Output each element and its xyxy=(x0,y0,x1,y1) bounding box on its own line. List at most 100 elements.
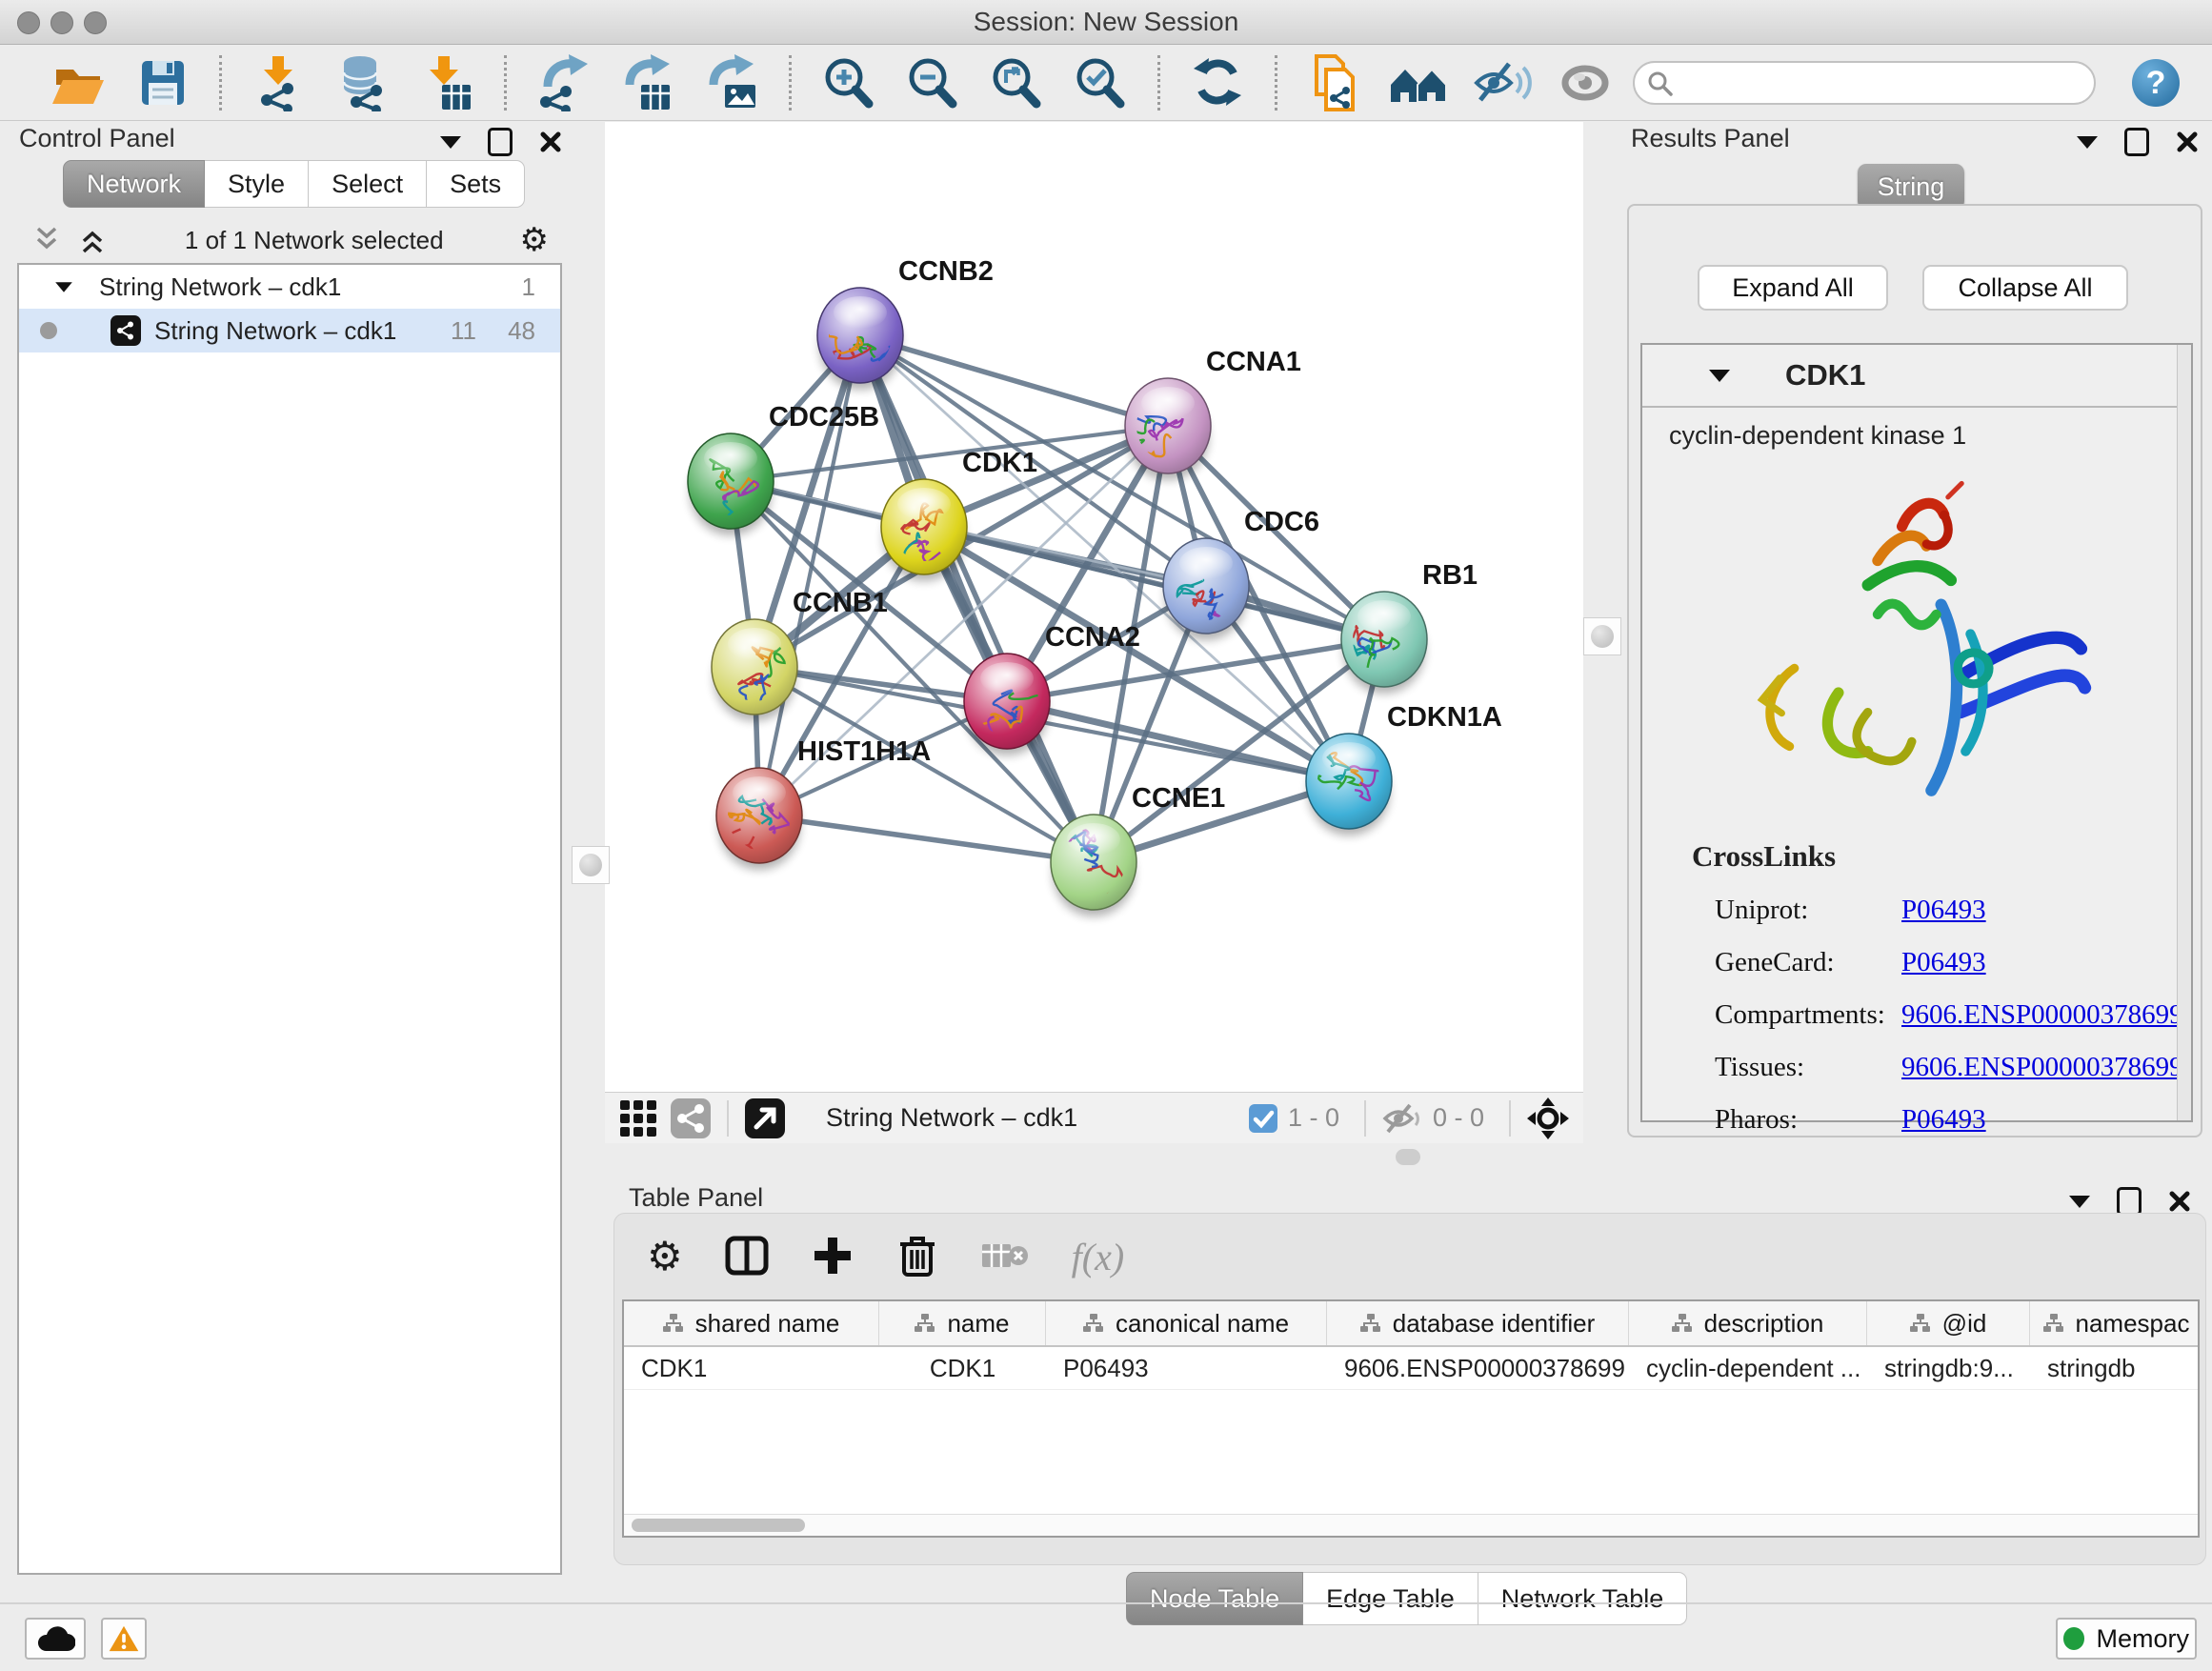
crosslink-link[interactable]: 9606.ENSP00000378699 xyxy=(1901,1052,2183,1083)
network-node-ccnb1[interactable]: CCNB1 xyxy=(712,588,888,721)
network-edge[interactable] xyxy=(860,335,1168,426)
tab-node-table[interactable]: Node Table xyxy=(1126,1572,1303,1625)
grid-view-icon[interactable] xyxy=(618,1098,658,1138)
hide-unhide-button[interactable] xyxy=(1473,54,1532,111)
home-networks-button[interactable] xyxy=(1389,54,1448,111)
column-header--id[interactable]: @id xyxy=(1867,1301,2030,1345)
expand-all-button[interactable]: Expand All xyxy=(1698,265,1888,311)
export-view-icon[interactable] xyxy=(744,1097,786,1139)
zoom-selected-button[interactable] xyxy=(1071,54,1130,111)
warnings-button[interactable] xyxy=(101,1618,147,1660)
table-row[interactable]: CDK1CDK1P064939606.ENSP00000378699cyclin… xyxy=(624,1347,2198,1390)
column-header-canonical-name[interactable]: canonical name xyxy=(1046,1301,1327,1345)
network-canvas[interactable]: CCNB2CCNA1CDC25BCDK1CDC6RB1CCNB1CCNA2CDK… xyxy=(605,122,1583,1092)
birds-eye-navigator-icon[interactable] xyxy=(1526,1097,1570,1140)
network-node-rb1[interactable]: RB1 xyxy=(1341,560,1478,694)
network-node-ccnb2[interactable]: CCNB2 xyxy=(807,256,994,390)
export-image-button[interactable] xyxy=(702,54,761,111)
gear-icon[interactable]: ⚙ xyxy=(520,224,549,256)
import-table-button[interactable] xyxy=(417,54,476,111)
zoom-fit-button[interactable] xyxy=(987,54,1046,111)
delete-table-button[interactable] xyxy=(980,1237,1030,1278)
network-node-cdkn1a[interactable]: CDKN1A xyxy=(1295,702,1501,836)
hidden-eye-icon[interactable] xyxy=(1381,1099,1423,1137)
panel-menu-icon[interactable] xyxy=(2077,136,2098,149)
show-columns-button[interactable] xyxy=(725,1234,769,1280)
network-node-hist1h1a[interactable]: HIST1H1A xyxy=(714,736,932,870)
help-button[interactable]: ? xyxy=(2130,57,2182,109)
memory-label: Memory xyxy=(2096,1624,2189,1654)
crosslink-link[interactable]: 9606.ENSP00000378699 xyxy=(1901,999,2183,1031)
table-horizontal-scrollbar[interactable] xyxy=(624,1514,2198,1536)
export-table-button[interactable] xyxy=(618,54,677,111)
tab-network-table[interactable]: Network Table xyxy=(1478,1572,1688,1625)
collection-expand-icon[interactable] xyxy=(55,282,72,292)
horizontal-splitter-handle[interactable] xyxy=(1396,1149,1420,1165)
tab-sets[interactable]: Sets xyxy=(427,160,525,208)
panel-menu-icon[interactable] xyxy=(2069,1196,2090,1208)
float-panel-icon[interactable] xyxy=(2124,128,2149,156)
search-input[interactable] xyxy=(1633,61,2096,105)
network-collection-row[interactable]: String Network – cdk1 1 xyxy=(19,265,560,309)
crosslink-link[interactable]: P06493 xyxy=(1901,895,1986,926)
collapse-all-icon[interactable] xyxy=(30,226,63,254)
zoom-out-button[interactable] xyxy=(903,54,962,111)
node-table[interactable]: shared namenamecanonical namedatabase id… xyxy=(622,1299,2200,1538)
table-settings-button[interactable]: ⚙ xyxy=(647,1237,683,1277)
gene-header[interactable]: CDK1 xyxy=(1642,345,2191,408)
column-header-database-identifier[interactable]: database identifier xyxy=(1327,1301,1629,1345)
zoom-in-button[interactable] xyxy=(819,54,878,111)
memory-button[interactable]: Memory xyxy=(2056,1618,2197,1660)
help-icon: ? xyxy=(2130,57,2182,109)
warning-icon xyxy=(109,1621,139,1656)
network-node-cdc25b[interactable]: CDC25B xyxy=(688,402,879,535)
close-panel-icon[interactable] xyxy=(2168,1190,2191,1213)
float-panel-icon[interactable] xyxy=(488,128,513,156)
collapse-all-button[interactable]: Collapse All xyxy=(1922,265,2128,311)
close-panel-icon[interactable] xyxy=(2176,131,2199,153)
save-session-button[interactable] xyxy=(132,54,191,111)
delete-column-button[interactable] xyxy=(896,1233,938,1281)
collapse-gene-icon[interactable] xyxy=(1709,370,1730,382)
network-node-ccna1[interactable]: CCNA1 xyxy=(1125,347,1301,480)
cloud-status-button[interactable] xyxy=(25,1618,86,1660)
network-status-dot xyxy=(40,322,57,339)
network-edge[interactable] xyxy=(759,815,1094,862)
selected-checkbox-icon[interactable] xyxy=(1248,1103,1278,1134)
crosslink-link[interactable]: P06493 xyxy=(1901,1104,1986,1136)
column-header-name[interactable]: name xyxy=(879,1301,1046,1345)
tab-style[interactable]: Style xyxy=(205,160,309,208)
network-edge[interactable] xyxy=(860,335,1094,862)
function-builder-button[interactable]: f(x) xyxy=(1072,1235,1125,1279)
import-network-button[interactable] xyxy=(250,54,309,111)
column-header-namespac[interactable]: namespac xyxy=(2030,1301,2200,1345)
table-header-row: shared namenamecanonical namedatabase id… xyxy=(624,1301,2198,1347)
tab-select[interactable]: Select xyxy=(309,160,427,208)
network-row[interactable]: String Network – cdk1 11 48 xyxy=(19,309,560,352)
float-panel-icon[interactable] xyxy=(2117,1187,2142,1216)
network-view-icon[interactable] xyxy=(670,1097,712,1139)
expand-all-icon[interactable] xyxy=(76,226,109,254)
string-network-graph[interactable]: CCNB2CCNA1CDC25BCDK1CDC6RB1CCNB1CCNA2CDK… xyxy=(605,122,1583,1092)
left-splitter-handle[interactable] xyxy=(572,846,610,884)
column-header-description[interactable]: description xyxy=(1629,1301,1867,1345)
crosslink-link[interactable]: P06493 xyxy=(1901,947,1986,978)
tab-edge-table[interactable]: Edge Table xyxy=(1303,1572,1478,1625)
results-scrollbar[interactable] xyxy=(2177,345,2191,1120)
panel-menu-icon[interactable] xyxy=(440,136,461,149)
import-database-button[interactable] xyxy=(333,54,392,111)
attribute-tree-icon xyxy=(1910,1314,1931,1333)
show-graphics-button[interactable] xyxy=(1557,54,1616,111)
string-import-button[interactable] xyxy=(1305,54,1364,111)
refresh-button[interactable] xyxy=(1188,54,1247,111)
column-header-shared-name[interactable]: shared name xyxy=(624,1301,879,1345)
open-file-button[interactable] xyxy=(49,54,108,111)
tab-network[interactable]: Network xyxy=(63,160,205,208)
close-panel-icon[interactable] xyxy=(539,131,562,153)
export-network-button[interactable] xyxy=(534,54,593,111)
tab-string[interactable]: String xyxy=(1858,164,1964,210)
add-column-button[interactable] xyxy=(811,1234,855,1280)
table-body: CDK1CDK1P064939606.ENSP00000378699cyclin… xyxy=(624,1347,2198,1390)
scrollbar-thumb[interactable] xyxy=(632,1519,805,1532)
right-splitter-handle[interactable] xyxy=(1583,617,1621,655)
